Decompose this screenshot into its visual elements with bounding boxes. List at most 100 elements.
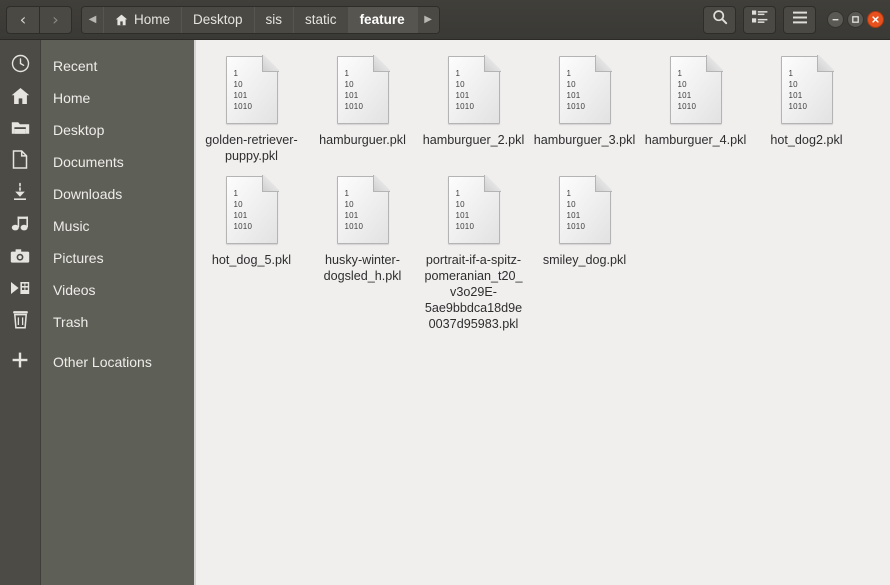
file-item[interactable]: 1 10 101 1010 hot_dog2.pkl — [751, 54, 862, 174]
sidebar-item-recent-icon-cell[interactable] — [0, 50, 41, 82]
binary-line: 1010 — [788, 102, 808, 111]
maximize-button[interactable] — [847, 11, 864, 28]
file-item[interactable]: 1 10 101 1010 husky-winter-dogsled_h.pkl — [307, 174, 418, 342]
binary-line: 101 — [233, 211, 248, 220]
file-item[interactable]: 1 10 101 1010 smiley_dog.pkl — [529, 174, 640, 342]
sidebar-item-documents[interactable]: Documents — [41, 146, 194, 178]
sidebar-item-recent[interactable]: Recent — [41, 50, 194, 82]
breadcrumb-item-desktop[interactable]: Desktop — [182, 6, 255, 33]
breadcrumb-label-static: static — [305, 12, 337, 27]
file-item[interactable]: 1 10 101 1010 hot_dog_5.pkl — [196, 174, 307, 342]
breadcrumb: ◀ Home Desktop sis static feature ▶ — [81, 5, 440, 34]
triangle-left-icon: ◀ — [88, 14, 97, 25]
sidebar-item-trash-icon-cell[interactable] — [0, 306, 41, 338]
pickle-file-icon: 1 10 101 1010 — [558, 174, 613, 244]
file-name-label: golden-retriever-puppy.pkl — [205, 133, 298, 163]
binary-glyph-text: 1 10 101 1010 — [456, 68, 475, 112]
pickle-file-icon: 1 10 101 1010 — [669, 54, 724, 124]
sidebar-item-trash[interactable]: Trash — [41, 306, 194, 338]
sidebar-item-label: Documents — [53, 154, 124, 170]
binary-line: 1010 — [233, 222, 253, 231]
binary-line: 101 — [455, 211, 470, 220]
file-item[interactable]: 1 10 101 1010 portrait-if-a-spitz-pomeranian… — [418, 174, 529, 342]
download-icon — [11, 182, 29, 206]
sidebar-item-label: Desktop — [53, 122, 105, 138]
file-item[interactable]: 1 10 101 1010 hamburguer_4.pkl — [640, 54, 751, 174]
pickle-file-icon: 1 10 101 1010 — [558, 54, 613, 124]
file-item[interactable]: 1 10 101 1010 golden-retriever-puppy.pkl — [196, 54, 307, 174]
page-fold-corner-icon — [483, 54, 502, 72]
binary-line: 1010 — [455, 102, 475, 111]
breadcrumb-scroll-right-button[interactable]: ▶ — [416, 6, 439, 33]
binary-line: 1 — [788, 69, 794, 78]
page-fold-corner-icon — [594, 174, 613, 192]
file-name-label: hot_dog_5.pkl — [211, 253, 292, 267]
file-item[interactable]: 1 10 101 1010 hamburguer_2.pkl — [418, 54, 529, 174]
pickle-file-icon: 1 10 101 1010 — [780, 54, 835, 124]
window-body: Recent Home Desktop Documents Downloads … — [0, 40, 890, 585]
sidebar-item-other-locations-icon-cell[interactable] — [0, 346, 41, 378]
sidebar-item-home[interactable]: Home — [41, 82, 194, 114]
sidebar-item-label: Trash — [53, 314, 89, 330]
forward-button[interactable]: › — [39, 5, 72, 34]
binary-line: 1 — [344, 189, 350, 198]
binary-glyph-text: 1 10 101 1010 — [678, 68, 697, 112]
sidebar-item-documents-icon-cell[interactable] — [0, 146, 41, 178]
file-name-label: hamburguer_3.pkl — [533, 133, 636, 147]
menu-button[interactable] — [783, 5, 816, 34]
binary-glyph-text: 1 10 101 1010 — [456, 188, 475, 232]
file-manager-window: ‹ › ◀ Home Desktop sis static feature ▶ … — [0, 0, 890, 585]
binary-glyph-text: 1 10 101 1010 — [789, 68, 808, 112]
breadcrumb-item-sis[interactable]: sis — [254, 6, 295, 33]
sidebar-item-pictures-icon-cell[interactable] — [0, 242, 41, 274]
back-button[interactable]: ‹ — [6, 5, 39, 34]
sidebar-item-downloads-icon-cell[interactable] — [0, 178, 41, 210]
file-name-label: husky-winter-dogsled_h.pkl — [323, 253, 402, 283]
page-fold-corner-icon — [483, 174, 502, 192]
music-icon — [11, 215, 30, 237]
breadcrumb-item-home[interactable]: Home — [104, 6, 183, 33]
sidebar-item-desktop-icon-cell[interactable] — [0, 114, 41, 146]
search-button[interactable] — [703, 5, 736, 34]
file-list-view[interactable]: 1 10 101 1010 golden-retriever-puppy.pkl 1 10 1… — [196, 40, 890, 585]
plus-icon — [11, 351, 29, 374]
document-icon — [12, 150, 28, 174]
binary-line: 10 — [455, 200, 465, 209]
page-fold-corner-icon — [705, 54, 724, 72]
navigation-buttons: ‹ › — [6, 5, 72, 34]
sidebar-item-videos[interactable]: Videos — [41, 274, 194, 306]
sidebar-item-videos-icon-cell[interactable] — [0, 274, 41, 306]
sidebar-item-pictures[interactable]: Pictures — [41, 242, 194, 274]
maximize-icon — [852, 16, 859, 23]
file-name-label: hamburguer_2.pkl — [422, 133, 525, 147]
page-fold-corner-icon — [816, 54, 835, 72]
binary-line: 1 — [344, 69, 350, 78]
binary-line: 101 — [344, 91, 359, 100]
page-fold-corner-icon — [261, 174, 280, 192]
header-bar: ‹ › ◀ Home Desktop sis static feature ▶ — [0, 0, 890, 40]
view-options-button[interactable] — [743, 5, 776, 34]
close-button[interactable] — [867, 11, 884, 28]
sidebar-item-label: Videos — [53, 282, 96, 298]
breadcrumb-item-feature[interactable]: feature — [348, 6, 417, 33]
sidebar-item-desktop[interactable]: Desktop — [41, 114, 194, 146]
breadcrumb-item-static[interactable]: static — [294, 6, 349, 33]
file-name-label: hamburguer.pkl — [319, 133, 406, 147]
breadcrumb-label-sis: sis — [265, 12, 283, 27]
chevron-right-icon: › — [52, 9, 59, 29]
sidebar-item-music-icon-cell[interactable] — [0, 210, 41, 242]
pickle-file-icon: 1 10 101 1010 — [225, 54, 280, 124]
file-item[interactable]: 1 10 101 1010 hamburguer.pkl — [307, 54, 418, 174]
sidebar-item-label: Other Locations — [53, 354, 152, 370]
breadcrumb-scroll-left-button[interactable]: ◀ — [82, 6, 104, 33]
sidebar-item-other-locations[interactable]: Other Locations — [41, 346, 194, 378]
sidebar-item-music[interactable]: Music — [41, 210, 194, 242]
binary-line: 1 — [566, 69, 572, 78]
binary-line: 10 — [233, 80, 243, 89]
sidebar-item-downloads[interactable]: Downloads — [41, 178, 194, 210]
sidebar-item-home-icon-cell[interactable] — [0, 82, 41, 114]
file-item[interactable]: 1 10 101 1010 hamburguer_3.pkl — [529, 54, 640, 174]
breadcrumb-label-desktop: Desktop — [193, 12, 243, 27]
binary-line: 101 — [566, 91, 581, 100]
minimize-button[interactable] — [827, 11, 844, 28]
